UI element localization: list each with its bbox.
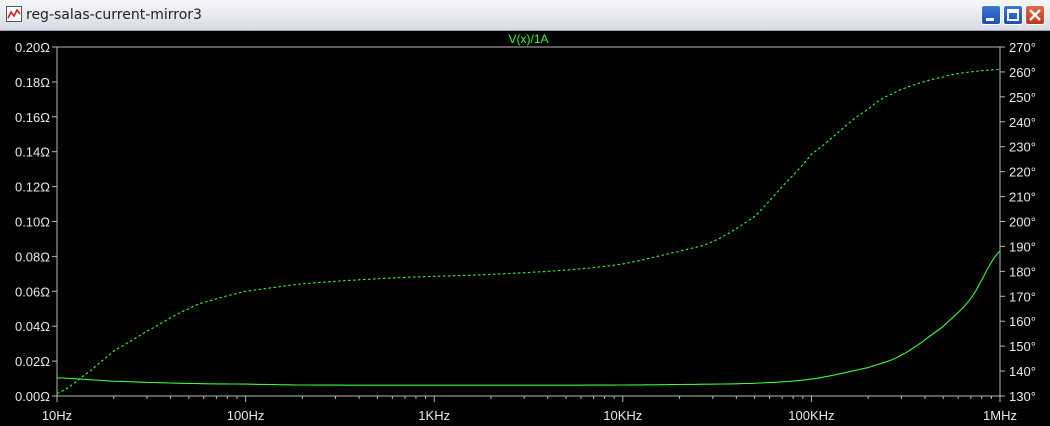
right-tick-label: 170°: [1009, 289, 1036, 304]
title-bar[interactable]: reg-salas-current-mirror3: [0, 0, 1050, 31]
left-tick-label: 0.16Ω: [15, 110, 50, 125]
right-tick-label: 230°: [1009, 140, 1036, 155]
right-tick-label: 210°: [1009, 190, 1036, 205]
waveform-app-icon: [6, 6, 22, 22]
maximize-button[interactable]: [1003, 5, 1023, 25]
chart-title: V(x)/1A: [508, 32, 548, 46]
left-tick-label: 0.20Ω: [15, 40, 50, 55]
left-tick-label: 0.08Ω: [15, 249, 50, 264]
plot-area[interactable]: V(x)/1A 0.00Ω 0.02Ω 0.04Ω 0.06Ω 0.08Ω 0.10Ω 0.1…: [0, 30, 1050, 426]
right-tick-label: 220°: [1009, 165, 1036, 180]
x-tick-label: 1KHz: [418, 408, 450, 423]
right-tick-label: 180°: [1009, 264, 1036, 279]
close-icon: [1029, 9, 1041, 21]
right-tick-label: 140°: [1009, 364, 1036, 379]
right-tick-label: 160°: [1009, 314, 1036, 329]
right-tick-label: 130°: [1009, 389, 1036, 404]
x-tick-label: 10Hz: [42, 408, 72, 423]
right-tick-label: 260°: [1009, 65, 1036, 80]
left-tick-label: 0.10Ω: [15, 215, 50, 230]
right-tick-label: 250°: [1009, 90, 1036, 105]
right-tick-label: 190°: [1009, 239, 1036, 254]
right-tick-label: 240°: [1009, 115, 1036, 130]
minimize-icon: [986, 18, 994, 21]
x-tick-label: 1MHz: [983, 408, 1017, 423]
x-tick-label: 100Hz: [227, 408, 265, 423]
left-tick-label: 0.06Ω: [15, 284, 50, 299]
right-tick-label: 270°: [1009, 40, 1036, 55]
right-tick-label: 150°: [1009, 339, 1036, 354]
left-tick-label: 0.04Ω: [15, 319, 50, 334]
magnitude-series-line: [56, 250, 1001, 386]
maximize-icon: [1007, 9, 1019, 21]
left-tick-label: 0.12Ω: [15, 180, 50, 195]
waveform-window: reg-salas-current-mirror3 V(x)/1A 0.00Ω 0.…: [0, 0, 1050, 426]
left-tick-label: 0.14Ω: [15, 145, 50, 160]
right-tick-label: 200°: [1009, 215, 1036, 230]
left-tick-label: 0.02Ω: [15, 354, 50, 369]
window-title: reg-salas-current-mirror3: [26, 7, 202, 23]
x-tick-label: 10KHz: [603, 408, 642, 423]
close-button[interactable]: [1025, 5, 1045, 25]
left-tick-label: 0.18Ω: [15, 75, 50, 90]
left-tick-label: 0.00Ω: [15, 389, 50, 404]
phase-series-line: [56, 68, 1001, 395]
plot-frame: [56, 46, 1001, 397]
x-tick-label: 100KHz: [788, 408, 834, 423]
minimize-button[interactable]: [981, 5, 1001, 25]
